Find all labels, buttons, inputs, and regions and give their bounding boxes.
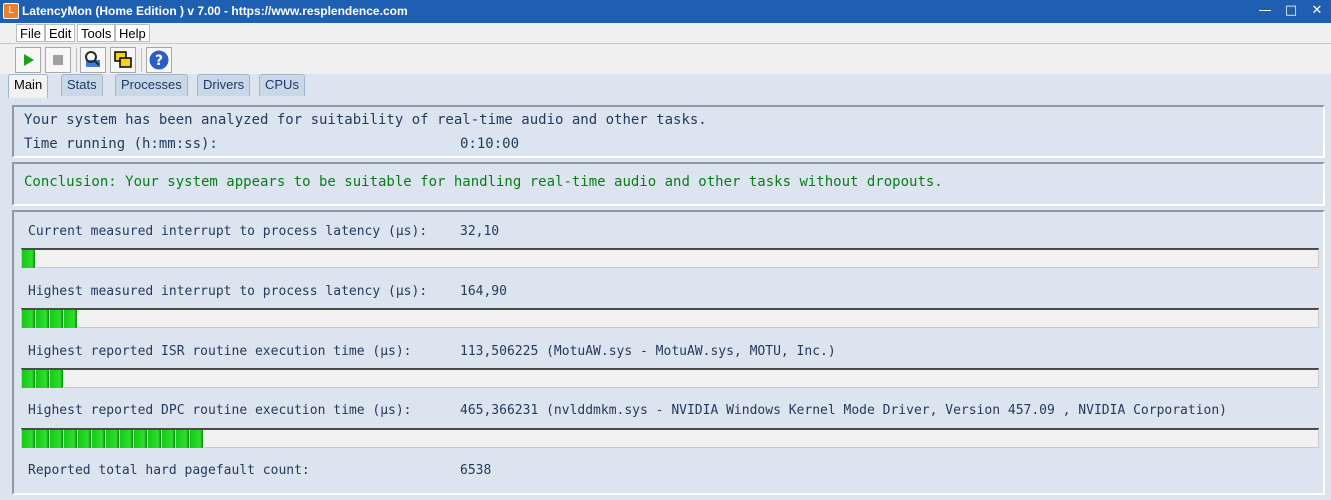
tab-processes-label: Processes: [121, 77, 182, 92]
menu-bar: File Edit Tools Help: [0, 23, 1331, 44]
window-title: LatencyMon (Home Edition ) v 7.00 - http…: [22, 4, 408, 18]
menu-edit[interactable]: Edit: [45, 24, 76, 42]
stop-monitoring-button[interactable]: [45, 47, 71, 73]
menu-tools[interactable]: Tools: [77, 24, 116, 42]
current-latency-value: 32,10: [460, 224, 500, 239]
dpc-time-bar: [21, 428, 1319, 448]
close-button[interactable]: ✕: [1305, 1, 1329, 21]
windows-icon: [114, 51, 132, 68]
tab-main[interactable]: Main: [8, 74, 49, 98]
help-button[interactable]: ?: [146, 47, 172, 73]
dpc-time-bar-fill: [22, 430, 204, 448]
dpc-time-label: Highest reported DPC routine execution t…: [28, 403, 412, 418]
svg-text:?: ?: [155, 53, 163, 69]
metrics-panel: Current measured interrupt to process la…: [12, 210, 1325, 495]
stop-icon: [53, 55, 63, 65]
tab-stats-label: Stats: [67, 77, 97, 92]
isr-time-bar: [21, 368, 1319, 388]
menu-tools-label: Tools: [81, 26, 112, 41]
current-latency-bar-fill: [22, 250, 36, 268]
menu-edit-label: Edit: [49, 26, 72, 41]
menu-help-label: Help: [119, 26, 146, 41]
start-monitoring-button[interactable]: [15, 47, 41, 73]
isr-time-label: Highest reported ISR routine execution t…: [28, 344, 412, 359]
highest-latency-value: 164,90: [460, 284, 507, 299]
toolbar-separator: [141, 48, 142, 72]
time-running-label: Time running (h:mm:ss):: [24, 136, 218, 152]
pagefault-count-value: 6538: [460, 463, 492, 478]
tool-button[interactable]: [80, 47, 106, 73]
conclusion-text: Conclusion: Your system appears to be su…: [24, 174, 943, 190]
tab-stats[interactable]: Stats: [61, 74, 103, 96]
menu-file[interactable]: File: [16, 24, 45, 42]
windows-button[interactable]: [110, 47, 136, 73]
help-icon: ?: [148, 49, 170, 71]
toolbar: ?: [0, 44, 1331, 74]
time-running-value: 0:10:00: [460, 136, 520, 152]
summary-panel: Your system has been analyzed for suitab…: [12, 105, 1325, 158]
current-latency-bar: [21, 248, 1319, 268]
highest-latency-bar: [21, 308, 1319, 328]
highest-latency-label: Highest measured interrupt to process la…: [28, 284, 428, 299]
tab-bar: Main Stats Processes Drivers CPUs: [0, 74, 1331, 98]
magnifier-tool-icon: [85, 51, 100, 67]
pagefault-count-label: Reported total hard pagefault count:: [28, 463, 310, 478]
title-bar[interactable]: L LatencyMon (Home Edition ) v 7.00 - ht…: [0, 0, 1331, 23]
toolbar-separator: [76, 48, 77, 72]
tab-drivers[interactable]: Drivers: [197, 74, 251, 96]
tab-cpus-label: CPUs: [265, 77, 299, 92]
tab-cpus[interactable]: CPUs: [259, 74, 305, 96]
isr-time-bar-fill: [22, 370, 64, 388]
current-latency-label: Current measured interrupt to process la…: [28, 224, 428, 239]
play-icon: [24, 54, 34, 66]
dpc-time-value: 465,366231 (nvlddmkm.sys - NVIDIA Window…: [460, 403, 1228, 418]
maximize-button[interactable]: □: [1279, 1, 1303, 21]
isr-time-value: 113,506225 (MotuAW.sys - MotuAW.sys, MOT…: [460, 344, 836, 359]
analysis-text: Your system has been analyzed for suitab…: [24, 112, 707, 128]
minimize-button[interactable]: —: [1253, 1, 1277, 21]
menu-help[interactable]: Help: [115, 24, 150, 42]
app-icon: L: [3, 3, 19, 19]
menu-file-label: File: [20, 26, 41, 41]
conclusion-panel: Conclusion: Your system appears to be su…: [12, 162, 1325, 206]
tab-main-label: Main: [14, 77, 43, 92]
highest-latency-bar-fill: [22, 310, 78, 328]
tab-processes[interactable]: Processes: [115, 74, 188, 96]
tab-drivers-label: Drivers: [203, 77, 245, 92]
